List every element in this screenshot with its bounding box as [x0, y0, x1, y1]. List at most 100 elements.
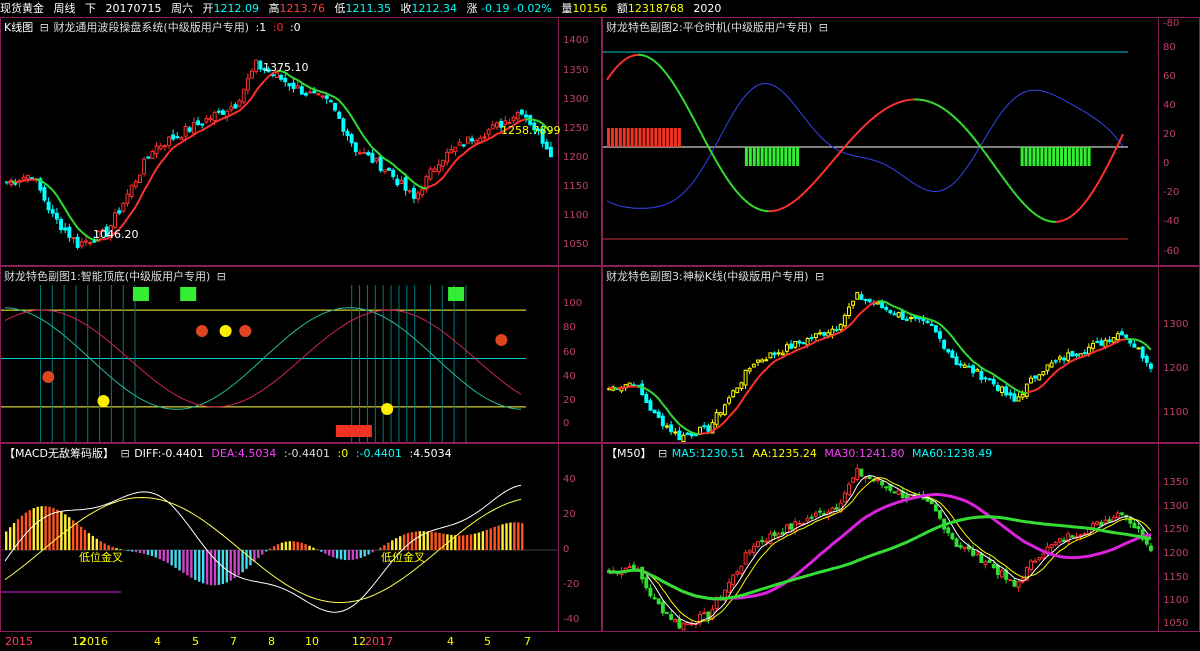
symbol-name[interactable]: 现货黄金	[0, 2, 44, 15]
m50-candle	[979, 553, 984, 563]
sub2-bar	[610, 128, 614, 147]
sub2-title-text[interactable]: 财龙特色副图2:平仓时机(中级版用户专用)	[606, 21, 812, 34]
macd-chart[interactable]	[1, 444, 601, 631]
kline-candle	[133, 181, 138, 188]
sub3-panel[interactable]: 财龙特色副图3:神秘K线(中级版用户专用) ⊟ 1300 1200 1100	[602, 266, 1200, 443]
sub3-candle	[855, 292, 860, 300]
kline-candle	[470, 138, 474, 142]
sub1-panel[interactable]: 财龙特色副图1:智能顶底(中级版用户专用) ⊟ 100 80 60 40 20 0	[0, 266, 602, 443]
sub2-signal-line	[1075, 208, 1081, 214]
macd-histogram-bar	[40, 506, 43, 550]
kline-panel[interactable]: K线图 ⊟ 财龙通用波段操盘系统(中级版用户专用) :1 :0 :0 1400 1…	[0, 17, 602, 266]
kline-trend-line	[238, 106, 245, 112]
macd-histogram-bar	[485, 529, 489, 550]
macd-histogram-bar	[320, 550, 323, 552]
sub3-candle	[665, 425, 669, 428]
sub2-panel[interactable]: 财龙特色副图2:平仓时机(中级版用户专用) ⊟ 80 60 40 20 0 -20 -40 -…	[602, 17, 1200, 266]
sub1-title-text[interactable]: 财龙特色副图1:智能顶底(中级版用户专用)	[4, 270, 210, 283]
sub2-y-tick: 80	[1163, 42, 1176, 53]
sub2-axis	[1158, 18, 1159, 265]
sub3-trend-line	[1013, 387, 1020, 392]
m50-title-text[interactable]: 【M50】	[606, 447, 652, 460]
sub2-signal-line	[878, 109, 884, 115]
kline-candle	[254, 59, 259, 72]
kline-candle	[171, 134, 176, 140]
m50-candle	[880, 480, 885, 486]
macd-histogram-bar	[331, 550, 335, 558]
kline-indicator-icon[interactable]: ⊟	[40, 21, 49, 34]
sub3-title-text[interactable]: 财龙特色副图3:神秘K线(中级版用户专用)	[606, 270, 809, 283]
sub3-candle	[1049, 362, 1054, 368]
m50-panel[interactable]: 【M50】 ⊟ MA5:1230.51 AA:1235.24 MA30:1241…	[602, 443, 1200, 632]
sub3-chart[interactable]	[603, 267, 1199, 442]
sub2-signal-line	[673, 83, 679, 92]
sub2-signal-line	[921, 98, 927, 102]
sub3-trend-line	[1121, 338, 1127, 341]
sub3-candle	[722, 404, 727, 415]
kline-chart[interactable]	[1, 18, 601, 265]
macd-histogram-bar	[501, 524, 504, 550]
kline-candle	[245, 78, 250, 91]
sub2-y-tick: 60	[1163, 71, 1176, 82]
sub3-candle	[838, 323, 843, 331]
nav-label[interactable]: 下	[85, 2, 96, 15]
macd-title-text[interactable]: 【MACD无敌筹码版】	[4, 447, 114, 460]
date-axis-label: 2017	[365, 635, 393, 648]
sub3-candle	[640, 383, 645, 395]
sub2-signal-line	[1015, 194, 1022, 201]
sub3-trend-line	[613, 386, 618, 390]
kline-indicator-name[interactable]: 财龙通用波段操盘系统(中级版用户专用)	[53, 21, 249, 34]
sub2-signal-line	[669, 77, 675, 85]
macd-histogram-bar	[347, 550, 351, 561]
macd-histogram-bar	[178, 550, 181, 571]
macd-histogram-bar	[24, 512, 28, 550]
macd-panel[interactable]: 【MACD无敌筹码版】 ⊟ DIFF:-0.4401 DEA:4.5034 :-…	[0, 443, 602, 632]
kline-trend-line	[134, 198, 141, 208]
macd-histogram-bar	[489, 528, 492, 550]
sub3-trend-line	[662, 403, 668, 410]
kline-trend-line	[51, 189, 58, 197]
kline-title-text[interactable]: K线图	[4, 21, 33, 34]
sub3-candle	[1086, 346, 1091, 354]
quote-weekday: 周六	[171, 2, 193, 15]
kline-candle	[167, 136, 171, 147]
sub1-menu-icon[interactable]: ⊟	[217, 270, 226, 283]
sub3-trend-line	[910, 313, 916, 317]
sub3-candle	[979, 370, 984, 380]
macd-histogram-bar	[56, 509, 59, 550]
sub3-candle	[702, 425, 707, 428]
sub2-signal-line	[776, 208, 781, 212]
sub3-menu-icon[interactable]: ⊟	[815, 270, 824, 283]
period-label[interactable]: 周线	[54, 2, 76, 15]
m50-candle	[1103, 519, 1108, 524]
sub1-chart[interactable]	[1, 267, 601, 442]
macd-histogram-bar	[166, 550, 169, 564]
sub2-bar	[1032, 147, 1036, 166]
macd-menu-icon[interactable]: ⊟	[120, 447, 129, 460]
m50-menu-icon[interactable]: ⊟	[658, 447, 667, 460]
kline-candle	[320, 95, 325, 98]
m50-candle	[813, 512, 818, 517]
sub2-signal-line	[842, 143, 849, 150]
m50-candle	[971, 549, 976, 557]
sub3-trend-line	[653, 394, 660, 400]
m50-chart[interactable]	[603, 444, 1199, 631]
sub3-candle	[983, 377, 988, 380]
sub2-signal-line	[1000, 174, 1006, 181]
kline-trend-line	[147, 175, 154, 185]
m50-candle	[644, 577, 649, 589]
sub2-menu-icon[interactable]: ⊟	[819, 21, 828, 34]
sub3-trend-line	[761, 368, 767, 374]
sub2-signal-line	[898, 100, 903, 104]
kline-trend-line	[438, 176, 444, 183]
kline-candle	[333, 103, 337, 111]
macd-histogram-bar	[5, 531, 8, 550]
sub2-signal-line	[1090, 186, 1097, 195]
kline-low-annotation: 1046.20	[93, 228, 139, 241]
macd-y-tick: -20	[563, 579, 580, 590]
kline-candle	[25, 174, 30, 179]
sub2-chart[interactable]	[603, 18, 1199, 265]
kline-candle	[88, 241, 93, 244]
sub2-signal-line	[826, 161, 833, 168]
m50-ma30: MA30:1241.80	[824, 447, 905, 460]
